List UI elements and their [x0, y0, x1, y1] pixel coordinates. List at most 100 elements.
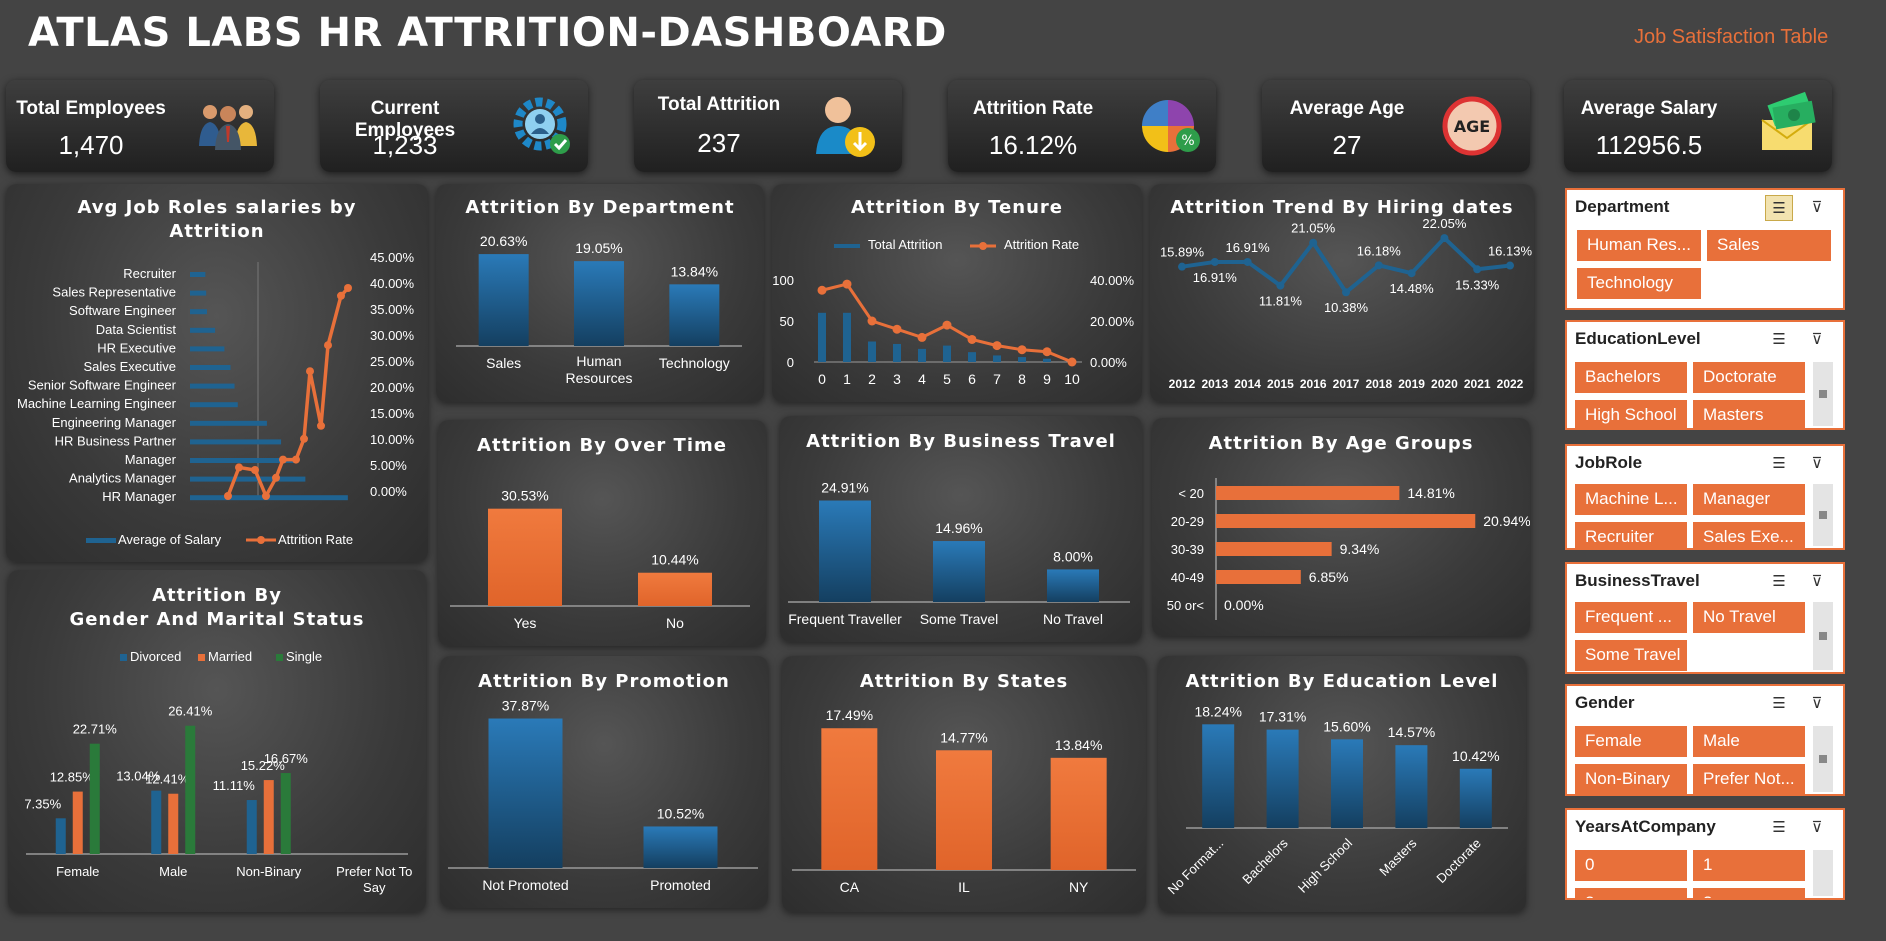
data-label: 26.41%	[168, 704, 213, 719]
y2-tick-label: 15.00%	[370, 406, 415, 421]
slicer-item[interactable]: 0	[1575, 850, 1687, 881]
slicer-item[interactable]: 2	[1575, 888, 1687, 898]
clear-filter-icon[interactable]: ⊽	[1803, 569, 1831, 595]
category-label: Resources	[566, 370, 633, 386]
category-label: 2020	[1431, 377, 1458, 391]
category-label: 2021	[1464, 377, 1491, 391]
slicer-item[interactable]: Non-Binary	[1575, 764, 1687, 794]
slicer-item[interactable]: Machine L...	[1575, 484, 1687, 515]
data-point	[317, 421, 325, 430]
category-label: Senior Software Engineer	[28, 378, 177, 393]
slicer-item[interactable]: Sales Exe...	[1693, 522, 1805, 548]
multi-select-icon[interactable]: ☰	[1765, 451, 1793, 477]
category-label: IL	[958, 879, 970, 895]
data-label: 11.11%	[213, 778, 256, 793]
slicer-item[interactable]: Sales	[1707, 230, 1831, 261]
slicer-item[interactable]: Frequent ...	[1575, 602, 1687, 633]
slicer-education-level: EducationLevel ☰ ⊽ Bachelors Doctorate H…	[1565, 320, 1845, 430]
category-label: 3	[893, 371, 901, 387]
legend-swatch	[276, 654, 283, 661]
category-label: Machine Learning Engineer	[17, 396, 177, 411]
clear-filter-icon[interactable]: ⊽	[1803, 451, 1831, 477]
job-satisfaction-table-link[interactable]: Job Satisfaction Table	[1634, 26, 1828, 49]
category-label: Recruiter	[123, 266, 176, 281]
chart-tenure: Total Attrition Attrition Rate10050040.00…	[772, 237, 1134, 387]
gear-person-icon	[513, 97, 570, 154]
data-point	[1178, 262, 1186, 271]
data-label: 0.00%	[1224, 597, 1264, 613]
slicer-item[interactable]: Recruiter	[1575, 522, 1687, 548]
category-label: HR Business Partner	[55, 433, 177, 448]
multi-select-icon[interactable]: ☰	[1765, 691, 1793, 717]
slicer-item[interactable]: Some Travel	[1575, 640, 1687, 671]
legend-swatch	[198, 654, 205, 661]
y-tick-label: 0	[787, 355, 794, 370]
slicer-item[interactable]: 1	[1693, 850, 1805, 881]
data-label: 9.34%	[1340, 541, 1380, 557]
category-label: Technology	[659, 355, 730, 371]
multi-select-icon[interactable]: ☰	[1765, 569, 1793, 595]
slicer-item[interactable]: Male	[1693, 726, 1805, 757]
category-label: 2017	[1333, 377, 1360, 391]
multi-select-icon[interactable]: ☰	[1765, 815, 1793, 841]
slicer-scrollbar[interactable]	[1813, 362, 1833, 426]
panel-promotion: Attrition By Promotion 37.87% Not Promote…	[440, 656, 768, 908]
multi-select-icon[interactable]: ☰	[1765, 195, 1793, 221]
multi-select-icon[interactable]: ☰	[1765, 327, 1793, 353]
slicer-item[interactable]: Prefer Not...	[1693, 764, 1805, 794]
dashboard-title: ATLAS LABS HR ATTRITION-DASHBOARD	[28, 10, 947, 56]
kpi-total-attrition: Total Attrition 237	[634, 80, 902, 172]
data-label: 10.42%	[1452, 748, 1499, 764]
bar	[868, 341, 876, 362]
slicer-item[interactable]: Female	[1575, 726, 1687, 757]
slicer-item[interactable]: 3	[1693, 888, 1805, 898]
bar	[1216, 542, 1332, 556]
bar	[1202, 724, 1235, 828]
bar	[190, 290, 207, 296]
slicer-item[interactable]: Doctorate	[1693, 362, 1805, 393]
bar	[246, 800, 257, 854]
data-point	[867, 316, 877, 326]
slicer-scrollbar[interactable]	[1813, 484, 1833, 546]
slicer-department: Department ☰ ⊽ Human Res... Sales Techno…	[1565, 188, 1845, 310]
slicer-item[interactable]: Bachelors	[1575, 362, 1687, 393]
bar	[185, 725, 196, 854]
slicer-item[interactable]: Manager	[1693, 484, 1805, 515]
clear-filter-icon[interactable]: ⊽	[1803, 691, 1831, 717]
clear-filter-icon[interactable]: ⊽	[1803, 815, 1831, 841]
data-label: 30.53%	[501, 488, 548, 504]
bar	[843, 312, 851, 362]
data-label: 17.31%	[1259, 709, 1306, 725]
category-label: Software Engineer	[69, 303, 177, 318]
category-label: 4	[918, 371, 926, 387]
data-label: 15.89%	[1160, 245, 1205, 260]
bar	[638, 572, 712, 606]
bar	[818, 312, 826, 362]
slicer-years-at-company: YearsAtCompany ☰ ⊽ 0 1 2 3	[1565, 808, 1845, 900]
slicer-scrollbar[interactable]	[1813, 850, 1833, 896]
slicer-item[interactable]: No Travel	[1693, 602, 1805, 633]
category-label: 2015	[1267, 377, 1294, 391]
slicer-scrollbar[interactable]	[1813, 726, 1833, 792]
data-label: 16.67%	[264, 751, 309, 766]
panel-age-groups: Attrition By Age Groups < 20 14.81% 20-29 2…	[1152, 418, 1530, 636]
slicer-item[interactable]: Technology	[1577, 268, 1701, 299]
bar	[893, 343, 901, 362]
data-point	[224, 492, 232, 500]
data-point	[942, 320, 952, 330]
category-label: 30-39	[1171, 542, 1204, 557]
clear-filter-icon[interactable]: ⊽	[1803, 327, 1831, 353]
y2-tick-label: 35.00%	[370, 302, 415, 317]
slicer-item[interactable]: Human Res...	[1577, 230, 1701, 261]
data-point	[1440, 234, 1449, 243]
category-label: 10	[1064, 371, 1080, 387]
data-label: 6.85%	[1309, 569, 1349, 585]
kpi-average-age: Average Age 27 AGE	[1262, 80, 1530, 172]
slicer-item[interactable]: High School	[1575, 400, 1687, 428]
clear-filter-icon[interactable]: ⊽	[1803, 195, 1831, 221]
bar	[968, 352, 976, 362]
bar	[819, 500, 871, 602]
slicer-item[interactable]: Masters	[1693, 400, 1805, 428]
bar	[943, 345, 951, 362]
slicer-scrollbar[interactable]	[1813, 602, 1833, 670]
